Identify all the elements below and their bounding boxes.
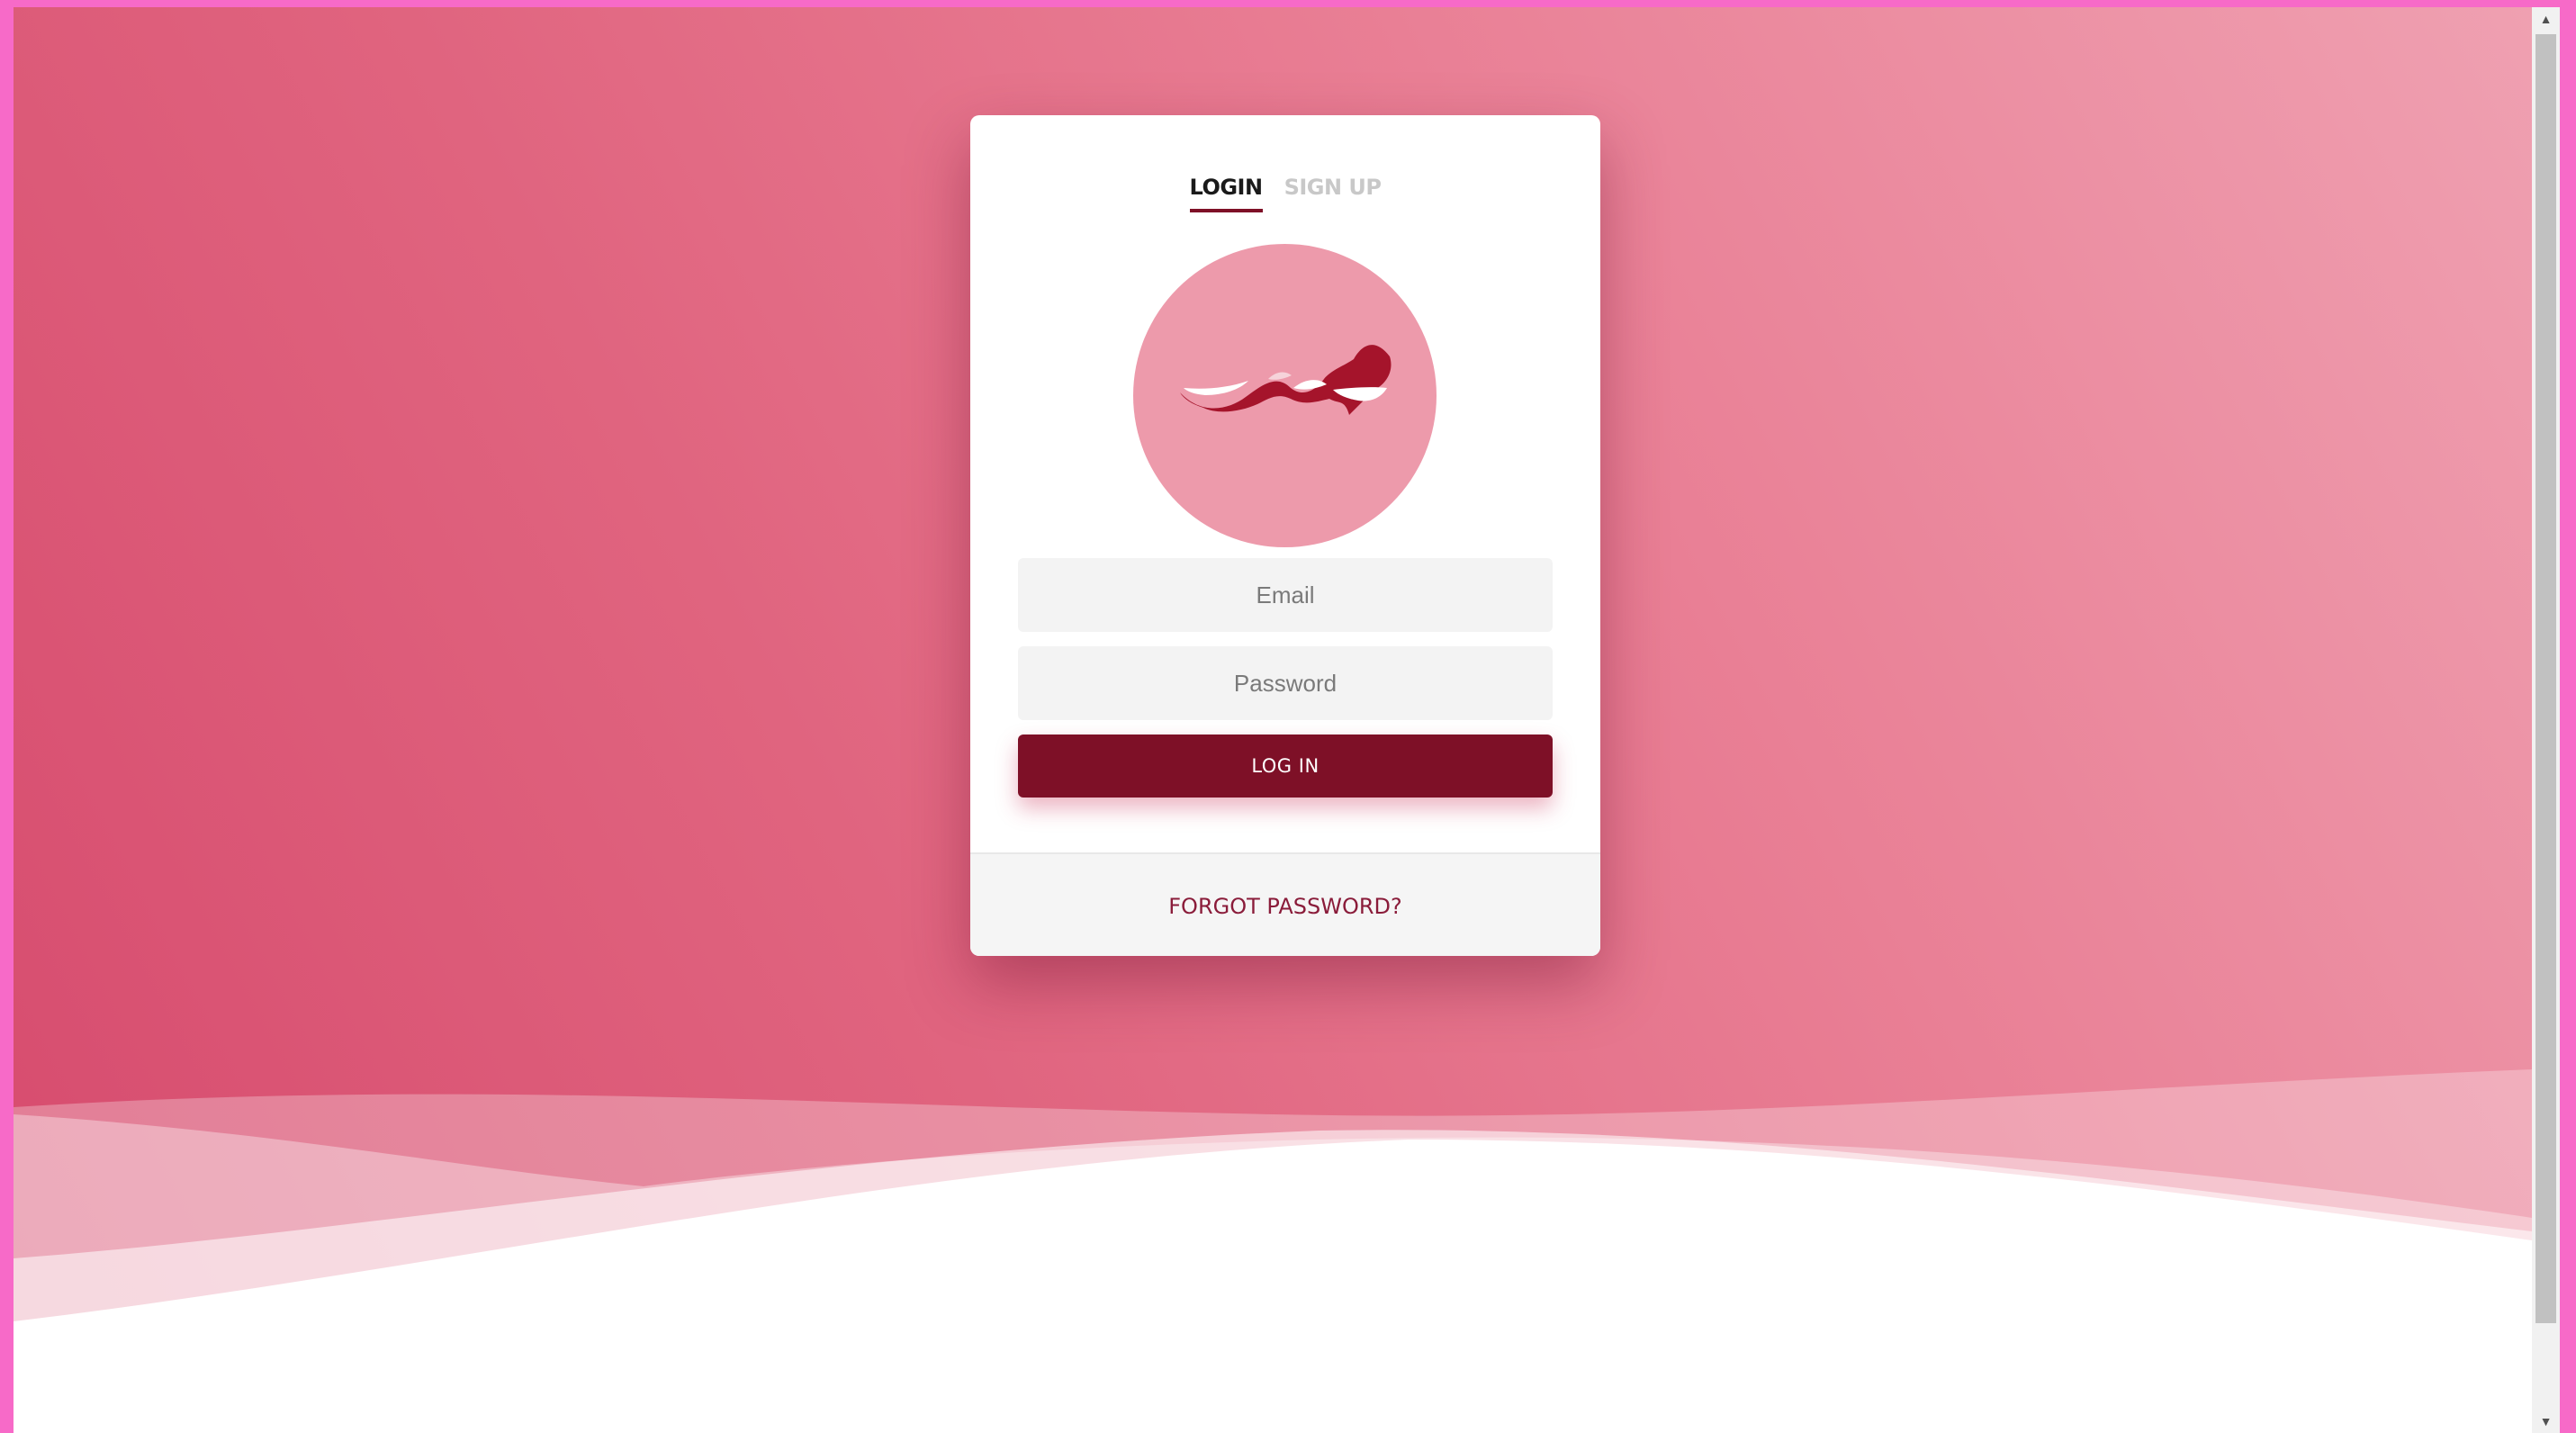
vertical-scrollbar[interactable]: ▲ ▼ [2532,7,2560,1433]
tab-login[interactable]: LOGIN [1189,175,1263,212]
tab-signup[interactable]: SIGN UP [1284,175,1382,212]
scroll-thumb[interactable] [2535,34,2556,1323]
background-waves [14,1069,2532,1433]
scroll-down-arrow-icon[interactable]: ▼ [2532,1410,2560,1433]
login-card: LOGIN SIGN UP LOG IN FORGOT PASSWORD? [970,115,1600,956]
scroll-up-arrow-icon[interactable]: ▲ [2532,7,2560,31]
ribbon-wave-logo-icon [1180,345,1392,415]
login-button[interactable]: LOG IN [1018,735,1553,798]
browser-viewport: LOGIN SIGN UP LOG IN FORGOT PASSWORD? [14,7,2532,1433]
password-field[interactable] [1018,646,1553,720]
page-frame-right [2560,0,2576,1433]
logo-circle [1133,244,1437,547]
email-field[interactable] [1018,558,1553,632]
forgot-password-link[interactable]: FORGOT PASSWORD? [1168,894,1402,919]
card-footer: FORGOT PASSWORD? [970,852,1600,956]
auth-tabs: LOGIN SIGN UP [970,175,1600,212]
